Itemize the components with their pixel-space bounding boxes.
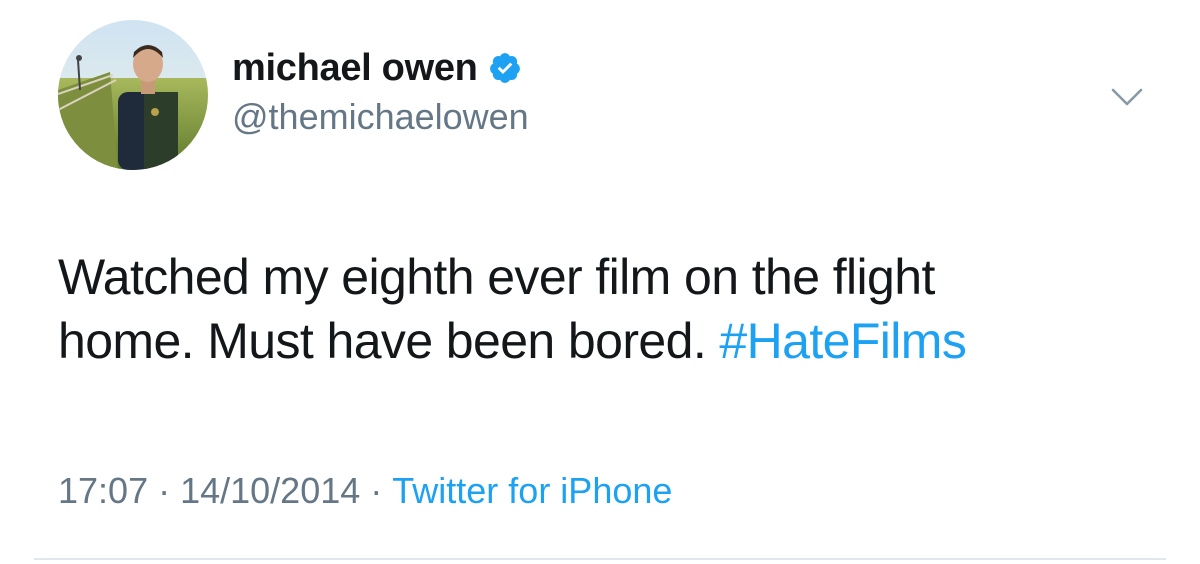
avatar[interactable]: [58, 20, 208, 170]
chevron-down-icon[interactable]: [1110, 86, 1144, 108]
tweet-text-line-1: Watched my eighth ever film on the fligh…: [58, 249, 935, 305]
tweet-source-link[interactable]: Twitter for iPhone: [392, 470, 672, 511]
display-name[interactable]: michael owen: [232, 47, 478, 90]
tweet-date[interactable]: 14/10/2014: [180, 470, 360, 511]
meta-separator: ·: [158, 470, 171, 511]
divider: [34, 558, 1166, 560]
verified-badge-icon: [488, 51, 522, 85]
tweet-text: Watched my eighth ever film on the fligh…: [58, 245, 1178, 373]
tweet-card: michael owen @themichaelowen Watched my …: [0, 0, 1200, 564]
tweet-text-body: home. Must have been bored.: [58, 313, 707, 369]
user-handle[interactable]: @themichaelowen: [232, 96, 529, 138]
user-name-row[interactable]: michael owen: [232, 46, 522, 90]
tweet-time[interactable]: 17:07: [58, 470, 148, 511]
hashtag-link[interactable]: #HateFilms: [719, 313, 966, 369]
tweet-metadata: 17:07 · 14/10/2014 · Twitter for iPhone: [58, 470, 672, 512]
tweet-text-line-2: home. Must have been bored. #HateFilms: [58, 309, 1178, 373]
meta-separator: ·: [370, 470, 383, 511]
